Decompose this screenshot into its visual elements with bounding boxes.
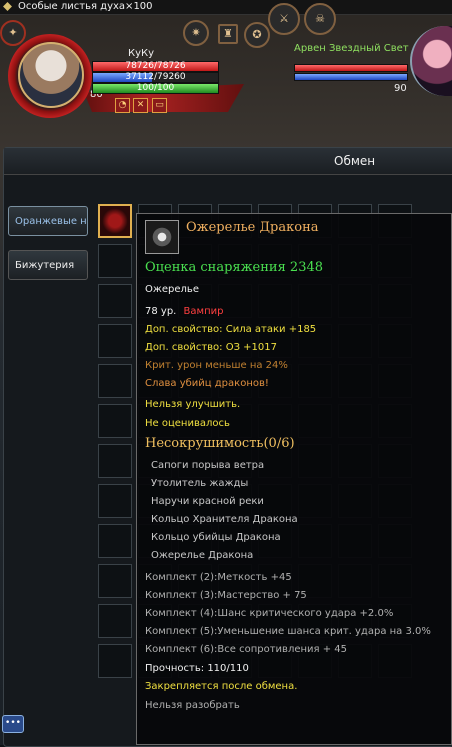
set-bonus: Комплект (5):Уменьшение шанса крит. удар… (145, 626, 431, 637)
set-item: Кольцо убийцы Дракона (151, 532, 281, 543)
item-slot[interactable] (98, 604, 132, 638)
item-level: 78 ур. (145, 306, 177, 317)
set-bonus: Комплект (6):Все сопротивления + 45 (145, 644, 348, 655)
leaf-icon (3, 2, 12, 11)
no-dismantle: Нельзя разобрать (145, 700, 240, 711)
bonus-hp: Доп. свойство: ОЗ +1017 (145, 342, 278, 353)
player-hp-bar: 78726/78726 (92, 61, 219, 72)
bind-on-trade: Закрепляется после обмена. (145, 681, 298, 692)
durability: Прочность: 110/110 (145, 663, 249, 674)
item-slot[interactable] (98, 244, 132, 278)
player-xp-bar: 100/100 (92, 83, 219, 94)
player-hp-text: 78726/78726 (125, 61, 186, 71)
item-slot[interactable] (98, 284, 132, 318)
item-slot[interactable] (98, 364, 132, 398)
item-slot[interactable] (98, 444, 132, 478)
player-mp-bar: 37112/79260 (92, 72, 219, 83)
glory-text: Слава убийц драконов! (145, 378, 269, 389)
fire-buff-icon[interactable]: ✦ (0, 20, 26, 46)
target-name: Арвен Звездный Свет (294, 43, 409, 54)
notification-text: Особые листья духа×100 (18, 1, 153, 12)
set-item: Кольцо Хранителя Дракона (151, 514, 298, 525)
necklace-icon (145, 220, 179, 254)
player-avatar[interactable] (18, 42, 84, 108)
item-type: Ожерелье (145, 284, 199, 295)
tooltip-item-name: Ожерелье Дракона (186, 220, 319, 235)
set-bonus: Комплект (4):Шанс критического удара +2.… (145, 608, 394, 619)
category-tab-jewelry[interactable]: Бижутерия (8, 250, 88, 280)
sword-buff-icon[interactable]: ✪ (244, 22, 270, 48)
crit-reduction: Крит. урон меньше на 24% (145, 360, 288, 371)
pet-icon[interactable]: ▭ (152, 98, 167, 113)
target-skill-icon-1[interactable]: ⚔ (268, 3, 300, 35)
item-slot[interactable] (98, 404, 132, 438)
set-item: Утолитель жажды (151, 478, 249, 489)
chat-menu-button[interactable]: ••• (2, 715, 24, 733)
mask-buff-icon[interactable]: ♜ (218, 24, 238, 44)
no-evaluation: Не оценивалось (145, 418, 230, 429)
set-item: Сапоги порыва ветра (151, 460, 265, 471)
set-bonus: Комплект (2):Меткость +45 (145, 572, 292, 583)
spiked-buff-icon[interactable]: ✷ (183, 20, 209, 46)
window-header[interactable]: Обмен (4, 148, 452, 175)
set-bonus: Комплект (3):Мастерство + 75 (145, 590, 307, 601)
target-mp-bar (294, 73, 408, 81)
team-icon[interactable]: ✕ (133, 98, 148, 113)
player-xp-text: 100/100 (136, 83, 175, 93)
target-skill-icon-2[interactable]: ☠ (304, 3, 336, 35)
window-title: Обмен (334, 154, 376, 168)
player-name: КуКу (128, 48, 155, 59)
notification-bar: Особые листья духа×100 (0, 0, 452, 15)
target-hp-bar (294, 64, 408, 72)
pvp-mode-icon[interactable]: ◔ (115, 98, 130, 113)
item-tooltip: Ожерелье Дракона Оценка снаряжения 2348 … (136, 213, 452, 745)
item-level-req: 78 ур. Вампир (145, 306, 223, 317)
set-item: Ожерелье Дракона (151, 550, 254, 561)
category-tab-orange-bracers[interactable]: Оранжевые наручи (8, 206, 88, 236)
gear-score: Оценка снаряжения 2348 (145, 260, 324, 275)
item-slot[interactable] (98, 644, 132, 678)
set-item: Наручи красной реки (151, 496, 264, 507)
item-class: Вампир (183, 306, 224, 317)
item-slot[interactable] (98, 564, 132, 598)
item-slot[interactable] (98, 324, 132, 358)
item-slot[interactable] (98, 524, 132, 558)
item-slot[interactable] (98, 484, 132, 518)
target-level: 90 (394, 83, 407, 94)
player-mp-text: 37112/79260 (125, 72, 186, 82)
no-upgrade: Нельзя улучшить. (145, 399, 241, 410)
selected-item-slot[interactable] (98, 204, 132, 238)
set-name: Несокрушимость(0/6) (145, 436, 295, 451)
bonus-attack: Доп. свойство: Сила атаки +185 (145, 324, 317, 335)
